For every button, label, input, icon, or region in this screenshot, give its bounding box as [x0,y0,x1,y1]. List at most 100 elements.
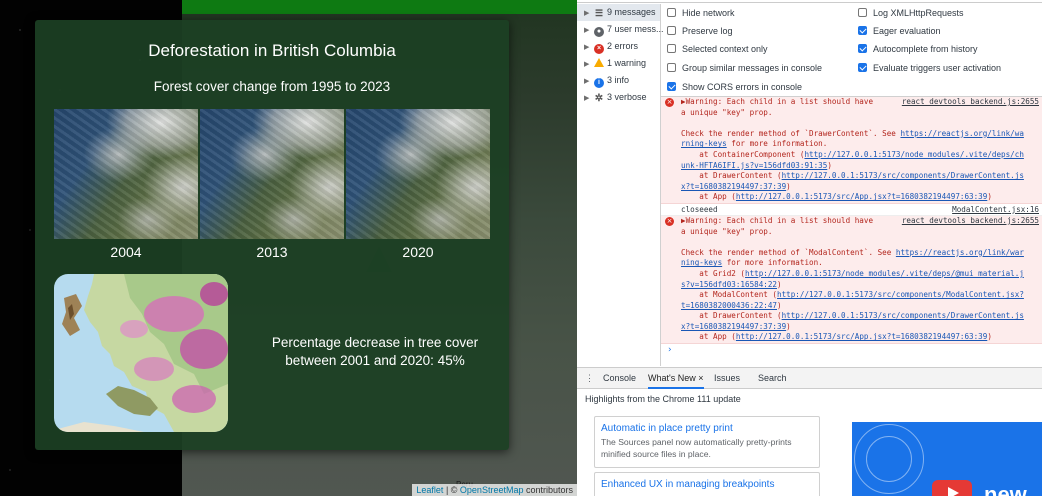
stack-link[interactable]: t=1680382000436:22:47 [681,301,777,310]
checkbox-checked[interactable] [858,44,867,53]
verbose-icon: ✲ [594,93,604,104]
list-icon: ☰ [594,8,604,18]
card-title[interactable]: Enhanced UX in managing breakpoints [601,479,813,490]
sidebar-item-warnings[interactable]: ▶ 1 warning [577,55,660,72]
stack-link[interactable]: http://127.0.0.1:5173/node_modules/.vite… [804,150,1023,159]
leaflet-link[interactable]: Leaflet [416,485,443,495]
satellite-image-2020 [346,109,490,239]
stack-frame: s?v=156dfd03:16584:22) [681,279,782,289]
caret-right-icon[interactable]: ▶ [584,90,594,107]
setting-group-similar[interactable]: Group similar messages in console [667,60,822,77]
warning-line: ▶Warning: Each child in a list should ha… [681,216,1039,227]
tab-issues[interactable]: Issues [714,368,740,389]
tab-console[interactable]: Console [603,368,636,389]
stack-link[interactable]: http://127.0.0.1:5173/node_modules/.vite… [745,269,1024,278]
checkbox[interactable] [667,44,676,53]
setting-eval-triggers[interactable]: Evaluate triggers user activation [858,60,1001,77]
warning-detail: Check the render method of `DrawerConten… [681,128,1024,138]
whats-new-card[interactable]: Enhanced UX in managing breakpoints [594,472,820,496]
attribution-separator: | © [443,485,460,495]
satellite-image-2004 [54,109,198,239]
tab-whats-new[interactable]: What's New × [648,368,704,389]
stack-link[interactable]: http://127.0.0.1:5173/src/components/Mod… [777,290,1024,299]
setting-show-cors[interactable]: Show CORS errors in console [667,79,802,96]
docs-link[interactable]: rning-keys [681,139,727,148]
setting-eager-eval[interactable]: Eager evaluation [858,23,941,40]
promo-text: new [984,482,1027,496]
console-log-message[interactable]: closeeed ModalContent.jsx:16 [661,204,1042,216]
setting-label: Autocomplete from history [873,44,978,54]
caret-right-icon[interactable]: ▶ [584,56,594,73]
warning-line: ▶Warning: Each child in a list should ha… [681,97,1039,108]
year-label: 2020 [402,244,434,260]
warning-line: a unique "key" prop. [681,107,773,117]
console-warning-message[interactable]: × ▶Warning: Each child in a list should … [661,97,1042,204]
setting-hide-network[interactable]: Hide network [667,5,735,22]
caret-right-icon[interactable]: ▶ [584,73,594,90]
sidebar-item-label: 3 verbose [607,92,647,102]
drawer-menu-icon[interactable]: ⋮ [585,368,594,389]
card-title: Deforestation in British Columbia [148,41,396,60]
sidebar-item-verbose[interactable]: ▶ ✲ 3 verbose [577,89,660,106]
docs-link[interactable]: ning-keys [681,258,722,267]
setting-label: Hide network [682,8,735,18]
stack-link[interactable]: http://127.0.0.1:5173/src/App.jsx?t=1680… [736,332,987,341]
log-text: closeeed [681,204,718,214]
console-warning-message[interactable]: × ▶Warning: Each child in a list should … [661,215,1042,345]
stack-frame: x?t=1680382194497:37:39) [681,181,791,191]
stack-link[interactable]: s?v=156dfd03:16584:22 [681,280,777,289]
setting-label: Evaluate triggers user activation [873,63,1002,73]
checkbox-checked[interactable] [667,82,676,91]
checkbox[interactable] [667,63,676,72]
setting-autocomplete[interactable]: Autocomplete from history [858,41,978,58]
warning-text[interactable]: ▶Warning: Each child in a list should ha… [681,216,873,225]
map-attribution: Leaflet | © OpenStreetMap contributors [412,484,577,496]
checkbox[interactable] [667,26,676,35]
setting-label: Group similar messages in console [682,63,823,73]
stack-frame: at App (http://127.0.0.1:5173/src/App.js… [681,332,992,342]
card-title[interactable]: Automatic in place pretty print [601,423,813,434]
whats-new-card[interactable]: Automatic in place pretty print The Sour… [594,416,820,468]
stack-link[interactable]: http://127.0.0.1:5173/src/App.jsx?t=1680… [736,192,987,201]
stack-link[interactable]: http://127.0.0.1:5173/src/components/Dra… [782,171,1024,180]
satellite-image-2013 [200,109,344,239]
sidebar-item-info[interactable]: ▶ i 3 info [577,72,660,89]
checkbox[interactable] [667,8,676,17]
setting-preserve-log[interactable]: Preserve log [667,23,733,40]
stack-link[interactable]: unk-HFTA6IFI.js?v=156dfd03:91:35 [681,161,827,170]
setting-log-xhr[interactable]: Log XMLHttpRequests [858,5,964,22]
setting-label: Show CORS errors in console [682,82,803,92]
sidebar-item-messages[interactable]: ▶ ☰ 9 messages [577,4,660,21]
source-link[interactable]: ModalContent.jsx:16 [949,204,1039,216]
caret-right-icon[interactable]: ▶ [584,5,594,22]
source-link[interactable]: react_devtools_backend.js:2655 [899,97,1039,108]
close-icon[interactable]: × [698,373,703,383]
tab-search[interactable]: Search [758,368,787,389]
warning-text[interactable]: ▶Warning: Each child in a list should ha… [681,97,873,106]
checkbox-checked[interactable] [858,63,867,72]
error-icon: × [665,216,674,226]
whats-new-video-thumbnail[interactable]: new [852,422,1042,496]
console-prompt[interactable]: › [661,344,1042,356]
stack-frame: unk-HFTA6IFI.js?v=156dfd03:91:35) [681,160,832,170]
play-icon[interactable] [932,480,972,496]
caret-right-icon[interactable]: ▶ [584,39,594,56]
source-link[interactable]: react_devtools_backend.js:2655 [899,216,1039,227]
stack-link[interactable]: x?t=1680382194497:37:39 [681,322,786,331]
sidebar-item-errors[interactable]: ▶ × 2 errors [577,38,660,55]
warning-detail: Check the render method of `ModalContent… [681,247,1024,257]
docs-link[interactable]: https://reactjs.org/link/war [896,248,1024,257]
sidebar-item-user-messages[interactable]: ▶ ● 7 user mess... [577,21,664,39]
stack-link[interactable]: http://127.0.0.1:5173/src/components/Dra… [782,311,1024,320]
checkbox-checked[interactable] [858,26,867,35]
docs-link[interactable]: https://reactjs.org/link/wa [900,129,1023,138]
stack-frame: x?t=1680382194497:37:39) [681,321,791,331]
setting-selected-context[interactable]: Selected context only [667,41,768,58]
caret-right-icon[interactable]: ▶ [584,22,594,39]
error-icon: × [594,44,604,54]
stack-link[interactable]: x?t=1680382194497:37:39 [681,182,786,191]
warning-icon [594,58,604,67]
whats-new-heading: Highlights from the Chrome 111 update [585,394,741,404]
osm-link[interactable]: OpenStreetMap [460,485,524,495]
checkbox[interactable] [858,8,867,17]
